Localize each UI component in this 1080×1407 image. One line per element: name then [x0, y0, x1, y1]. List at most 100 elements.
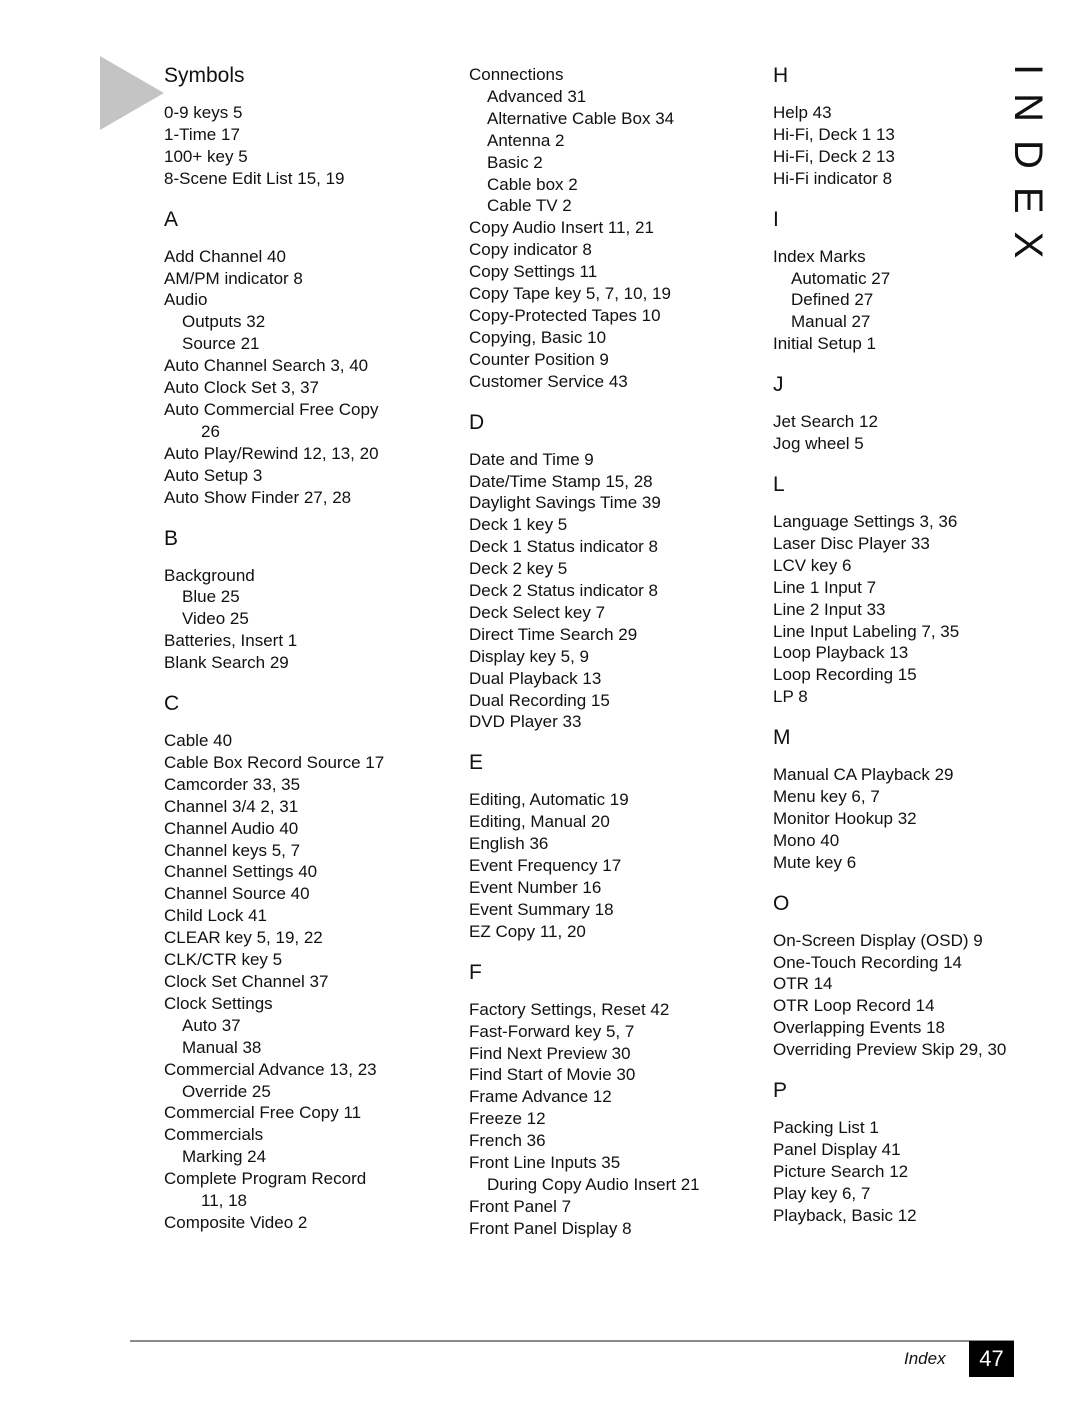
index-entry: Daylight Savings Time 39 [469, 493, 661, 513]
index-section: E Editing, Automatic 19 Editing, Manual 20… [469, 749, 759, 942]
index-subentry: Auto 37 [182, 1015, 241, 1035]
index-entry: Clock Settings [164, 993, 273, 1013]
index-entry: Deck Select key 7 [469, 602, 606, 622]
index-subentry: Source 21 [182, 334, 260, 354]
index-entry: 11, 18 [201, 1191, 248, 1211]
index-entry: Batteries, Insert 1 [164, 631, 298, 651]
index-entry: Fast-Forward key 5, 7 [469, 1021, 635, 1041]
index-entry-list: Background Blue 25 Video 25 Batteries, Inse… [164, 565, 454, 675]
index-entry: Cable Box Record Source 17 [164, 752, 385, 772]
index-entry: Channel Audio 40 [164, 818, 299, 838]
index-entry: Frame Advance 12 [469, 1087, 612, 1107]
index-entry: Loop Recording 15 [773, 665, 917, 685]
index-entry: Jet Search 12 [773, 412, 878, 432]
index-entry: Auto Clock Set 3, 37 [164, 378, 319, 398]
index-entry: Find Start of Movie 30 [469, 1065, 636, 1085]
section-heading: E [469, 751, 484, 775]
index-entry: Date and Time 9 [469, 449, 594, 469]
index-entry: Dual Playback 13 [469, 668, 602, 688]
index-subentry: Cable TV 2 [487, 196, 572, 216]
index-entry-list: 0-9 keys 5 1-Time 17 100+ key 5 8-Scene Edi… [164, 102, 454, 190]
index-section: F Factory Settings, Reset 42 Fast-Forward … [469, 959, 759, 1240]
index-entry: Child Lock 41 [164, 906, 268, 926]
index-entry: Deck 1 key 5 [469, 515, 568, 535]
index-section: P Packing List 1 Panel Display 41 Picture S… [773, 1077, 1063, 1227]
index-entry: Customer Service 43 [469, 371, 628, 391]
index-entry-list: Manual CA Playback 29 Menu key 6, 7 Monito… [773, 764, 1063, 874]
index-entry: DVD Player 33 [469, 712, 582, 732]
index-entry: Front Panel 7 [469, 1196, 572, 1216]
index-section: J Jet Search 12 Jog wheel 5 [773, 371, 1063, 455]
index-entry: French 36 [469, 1131, 546, 1151]
index-entry: Cable 40 [164, 731, 233, 751]
index-entry: 26 [201, 421, 220, 441]
index-entry: Deck 2 Status indicator 8 [469, 581, 658, 601]
index-section: D Date and Time 9 Date/Time Stamp 15, 28 Da… [469, 409, 759, 734]
index-entry: Auto Setup 3 [164, 465, 263, 485]
index-entry: 0-9 keys 5 [164, 103, 243, 122]
page-number: 47 [969, 1341, 1014, 1377]
index-entry-list: Factory Settings, Reset 42 Fast-Forward k… [469, 999, 759, 1240]
index-entry: Counter Position 9 [469, 349, 609, 369]
side-title-index: INDEX [1006, 64, 1050, 277]
index-entry: Front Line Inputs 35 [469, 1153, 621, 1173]
index-section: Symbols 0-9 keys 5 1-Time 17 100+ key 5 8-Sc… [164, 62, 454, 190]
index-entry: AM/PM indicator 8 [164, 268, 303, 288]
index-entry: Manual CA Playback 29 [773, 765, 954, 785]
index-entry: Front Panel Display 8 [469, 1218, 632, 1238]
index-entry: Find Next Preview 30 [469, 1043, 631, 1063]
index-entry: Copy Tape key 5, 7, 10, 19 [469, 284, 671, 304]
index-entry: LP 8 [773, 687, 808, 707]
section-heading: P [773, 1079, 788, 1103]
index-entry: Auto Commercial Free Copy [164, 399, 379, 419]
index-section: C Cable 40 Cable Box Record Source 17 Camco… [164, 690, 454, 1234]
index-entry: Copy indicator 8 [469, 240, 592, 260]
index-subentry: Manual 38 [182, 1037, 262, 1057]
index-entry: Direct Time Search 29 [469, 624, 638, 644]
index-subentry: Advanced 31 [487, 86, 587, 106]
index-entry: EZ Copy 11, 20 [469, 921, 586, 941]
index-entry-list: Date and Time 9 Date/Time Stamp 15, 28 Day… [469, 449, 759, 734]
index-entry: Add Channel 40 [164, 246, 286, 266]
section-heading: F [469, 960, 482, 984]
index-entry: Overriding Preview Skip 29, 30 [773, 1040, 1007, 1060]
index-subentry: Cable box 2 [487, 174, 578, 194]
index-entry-list: On-Screen Display (OSD) 9 One-Touch Recor… [773, 930, 1063, 1061]
index-entry: Display key 5, 9 [469, 646, 589, 666]
index-entry: Initial Setup 1 [773, 334, 877, 354]
index-subentry: Defined 27 [791, 290, 874, 310]
index-entry: Factory Settings, Reset 42 [469, 999, 670, 1019]
section-marker-triangle-icon [100, 56, 164, 130]
index-entry: Picture Search 12 [773, 1161, 909, 1181]
section-heading: C [164, 692, 180, 716]
index-entry: Channel keys 5, 7 [164, 840, 301, 860]
index-entry: Auto Channel Search 3, 40 [164, 356, 369, 376]
index-entry-list: Language Settings 3, 36 Laser Disc Player… [773, 511, 1063, 708]
index-entry: Channel 3/4 2, 31 [164, 796, 299, 816]
index-entry: Copy Audio Insert 11, 21 [469, 218, 654, 238]
index-entry: Date/Time Stamp 15, 28 [469, 471, 653, 491]
index-subentry: Marking 24 [182, 1147, 267, 1167]
index-entry: Background [164, 565, 255, 585]
index-entry-list: Cable 40 Cable Box Record Source 17 Camcor… [164, 730, 454, 1234]
index-column-1: Symbols 0-9 keys 5 1-Time 17 100+ key 5 8-Sc… [164, 62, 454, 1234]
index-entry: Event Frequency 17 [469, 856, 622, 876]
section-heading: B [164, 526, 179, 550]
index-entry: On-Screen Display (OSD) 9 [773, 930, 983, 950]
section-heading: O [773, 891, 790, 915]
index-entry: 1-Time 17 [164, 124, 240, 144]
index-entry: CLEAR key 5, 19, 22 [164, 928, 323, 948]
index-entry: Language Settings 3, 36 [773, 511, 958, 531]
section-heading: Symbols [164, 64, 245, 87]
index-entry: Commercial Advance 13, 23 [164, 1059, 377, 1079]
index-entry: Panel Display 41 [773, 1140, 901, 1159]
section-heading: M [773, 726, 791, 750]
index-entry-list: Add Channel 40 AM/PM indicator 8 Audio Outp… [164, 246, 454, 509]
index-subentry: Video 25 [182, 609, 249, 629]
index-entry: Connections [469, 65, 564, 84]
index-section: L Language Settings 3, 36 Laser Disc Playe… [773, 471, 1063, 708]
index-entry-list: Jet Search 12 Jog wheel 5 [773, 411, 1063, 455]
index-entry: Complete Program Record [164, 1169, 367, 1189]
index-entry: Camcorder 33, 35 [164, 774, 301, 794]
section-heading: L [773, 472, 785, 496]
